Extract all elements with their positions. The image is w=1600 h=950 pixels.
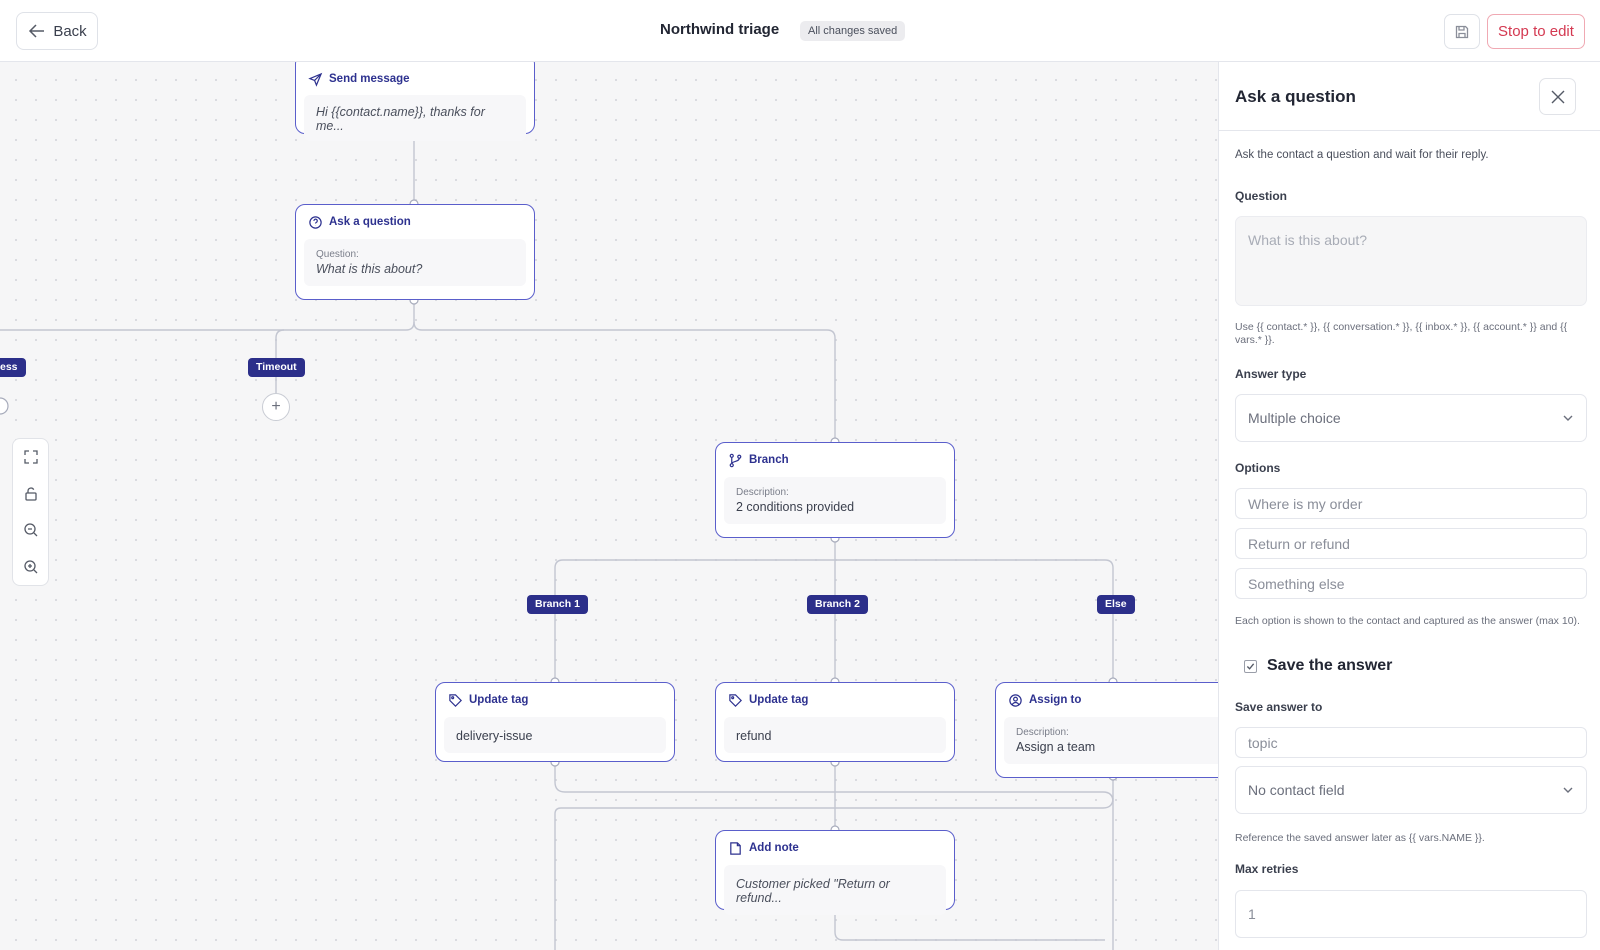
node-field-value: Assign a team bbox=[1016, 740, 1096, 754]
question-textarea[interactable]: What is this about? bbox=[1235, 216, 1587, 306]
node-title: Assign to bbox=[1029, 694, 1082, 706]
top-bar: Back Northwind triage All changes saved … bbox=[0, 0, 1600, 62]
add-step-button[interactable]: + bbox=[262, 393, 290, 421]
edge-label-else: Else bbox=[1097, 595, 1135, 614]
close-icon bbox=[1551, 90, 1564, 103]
edges-layer bbox=[0, 129, 1118, 950]
save-answer-label: Save the answer bbox=[1267, 657, 1393, 674]
node-title: Send message bbox=[329, 73, 410, 85]
node-field-label: Description: bbox=[1016, 727, 1069, 738]
note-icon bbox=[730, 841, 741, 855]
node-assign-to[interactable]: Assign to Description: Assign a team bbox=[995, 682, 1218, 778]
node-preview: Hi {{contact.name}}, thanks for me... bbox=[316, 105, 485, 133]
node-send-message[interactable]: Send message Hi {{contact.name}}, thanks… bbox=[295, 62, 535, 141]
back-label: Back bbox=[53, 22, 87, 40]
save-button[interactable] bbox=[1444, 14, 1480, 49]
flow-canvas[interactable]: Send message Hi {{contact.name}}, thanks… bbox=[0, 62, 1218, 950]
option-input[interactable]: Return or refund bbox=[1235, 528, 1587, 559]
step-settings-panel: Ask a question Ask the contact a questio… bbox=[1218, 62, 1600, 950]
save-to-input[interactable]: topic bbox=[1235, 727, 1587, 758]
panel-header: Ask a question bbox=[1219, 62, 1600, 131]
panel-description: Ask the contact a question and wait for … bbox=[1235, 149, 1489, 161]
page-title: Northwind triage bbox=[660, 21, 780, 38]
contact-field-select[interactable]: No contact field bbox=[1235, 766, 1587, 814]
save-to-label: Save answer to bbox=[1235, 700, 1323, 714]
edge-ask-to-left bbox=[0, 300, 415, 331]
canvas-controls bbox=[12, 438, 49, 586]
node-field-value: 2 conditions provided bbox=[736, 500, 855, 514]
option-input[interactable]: Something else bbox=[1235, 568, 1587, 599]
floppy-disk-icon bbox=[1455, 25, 1469, 38]
options-label: Options bbox=[1235, 461, 1281, 475]
max-retries-input[interactable]: 1 bbox=[1235, 890, 1587, 938]
node-field-value: delivery-issue bbox=[456, 729, 533, 743]
node-title: Branch bbox=[749, 454, 789, 466]
save-answer-checkbox-row[interactable]: Save the answer bbox=[1244, 657, 1392, 675]
checkmark-icon bbox=[1246, 662, 1255, 670]
node-add-note[interactable]: Add note Customer picked "Return or refu… bbox=[715, 830, 955, 915]
answer-type-label: Answer type bbox=[1235, 367, 1307, 381]
close-panel-button[interactable] bbox=[1539, 78, 1576, 115]
chevron-down-icon bbox=[1563, 787, 1573, 793]
node-title: Ask a question bbox=[329, 216, 411, 228]
reference-hint: Reference the saved answer later as {{ v… bbox=[1235, 832, 1485, 844]
fit-view-icon[interactable] bbox=[21, 447, 41, 467]
edge-label-branch-1: Branch 1 bbox=[527, 595, 588, 614]
node-ask-question[interactable]: Ask a question Question: What is this ab… bbox=[295, 204, 535, 300]
stop-to-edit-button[interactable]: Stop to edit bbox=[1487, 14, 1585, 49]
node-title: Update tag bbox=[749, 694, 809, 706]
status-badge: All changes saved bbox=[800, 21, 906, 41]
node-update-tag-2[interactable]: Update tag refund bbox=[715, 682, 955, 762]
panel-title: Ask a question bbox=[1235, 87, 1356, 106]
max-retries-label: Max retries bbox=[1235, 862, 1299, 876]
answer-type-select[interactable]: Multiple choice bbox=[1235, 394, 1587, 442]
edge-label-success: ess bbox=[0, 358, 26, 377]
node-title: Add note bbox=[749, 842, 799, 854]
question-label: Question bbox=[1235, 189, 1288, 203]
edge-label-timeout: Timeout bbox=[248, 358, 305, 377]
node-field-value: Customer picked "Return or refund... bbox=[736, 877, 890, 905]
node-title: Update tag bbox=[469, 694, 529, 706]
tag-icon bbox=[449, 693, 462, 707]
options-hint: Each option is shown to the contact and … bbox=[1235, 615, 1580, 627]
chevron-down-icon bbox=[1563, 415, 1573, 421]
git-branch-icon bbox=[729, 453, 742, 467]
back-button[interactable]: Back bbox=[16, 12, 98, 50]
zoom-out-icon[interactable] bbox=[21, 520, 41, 540]
option-input[interactable]: Where is my order bbox=[1235, 488, 1587, 519]
node-branch[interactable]: Branch Description: 2 conditions provide… bbox=[715, 442, 955, 538]
plus-icon: + bbox=[271, 398, 281, 415]
node-field-label: Description: bbox=[736, 487, 789, 498]
handle bbox=[0, 397, 9, 415]
edge-ask-to-branch bbox=[413, 321, 836, 442]
zoom-in-icon[interactable] bbox=[21, 557, 41, 577]
node-field-label: Question: bbox=[316, 249, 359, 260]
arrow-left-icon bbox=[29, 24, 45, 38]
save-answer-checkbox[interactable] bbox=[1244, 659, 1257, 673]
unlock-icon[interactable] bbox=[21, 484, 41, 504]
node-update-tag-1[interactable]: Update tag delivery-issue bbox=[435, 682, 675, 762]
answer-type-value: Multiple choice bbox=[1248, 410, 1341, 426]
question-circle-icon bbox=[309, 215, 322, 229]
tag-icon bbox=[729, 693, 742, 707]
user-assign-icon bbox=[1009, 693, 1022, 707]
edge-label-branch-2: Branch 2 bbox=[807, 595, 868, 614]
contact-field-value: No contact field bbox=[1248, 782, 1345, 798]
paper-plane-icon bbox=[308, 72, 323, 87]
node-field-value: What is this about? bbox=[316, 262, 423, 276]
variables-hint: Use {{ contact.* }}, {{ conversation.* }… bbox=[1235, 321, 1568, 346]
node-field-value: refund bbox=[736, 729, 772, 743]
